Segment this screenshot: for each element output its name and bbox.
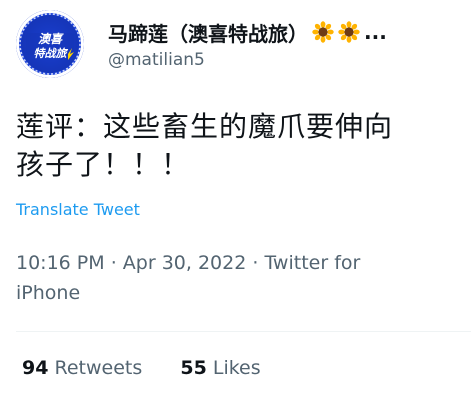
tweet-source-link[interactable]: Twitter for (264, 252, 360, 274)
tweet-time-link[interactable]: 10:16 PM (16, 252, 105, 274)
avatar-logo-icon: 澳喜 特战旅 (19, 13, 81, 75)
translate-tweet-link[interactable]: Translate Tweet (16, 200, 140, 219)
tweet-date-link[interactable]: Apr 30, 2022 (123, 252, 247, 274)
metadata-line-2: iPhone (16, 278, 456, 308)
display-name-line[interactable]: 马蹄莲（澳喜特战旅） ... (108, 18, 471, 46)
tweet-text-line-2: 孩子了！！！ (16, 148, 191, 181)
tweet-source-link-continued[interactable]: iPhone (16, 282, 80, 304)
separator-dot: · (252, 252, 259, 274)
display-name[interactable]: 马蹄莲（澳喜特战旅） (108, 18, 308, 46)
likes-stat[interactable]: 55 Likes (180, 357, 260, 379)
retweets-stat[interactable]: 94 Retweets (22, 357, 148, 379)
tweet-header: 澳喜 特战旅 马蹄莲（澳喜特战旅） ... @matilian5 (16, 10, 471, 80)
name-ellipsis: ... (364, 20, 387, 44)
likes-label: Likes (212, 357, 261, 379)
avatar-text-bottom: 特战旅 (34, 47, 69, 60)
avatar[interactable]: 澳喜 特战旅 (16, 10, 84, 78)
sunflower-icon (338, 21, 360, 43)
tweet-text-line-1: 莲评：这些畜生的魔爪要伸向 (16, 110, 394, 143)
likes-count: 55 (180, 357, 207, 379)
metadata-line-1: 10:16 PM · Apr 30, 2022 · Twitter for (16, 248, 456, 278)
sunflower-icon (312, 21, 334, 43)
separator-dot: · (110, 252, 117, 274)
retweets-label: Retweets (54, 357, 143, 379)
divider (16, 331, 471, 332)
tweet-metadata: 10:16 PM · Apr 30, 2022 · Twitter for iP… (16, 248, 456, 308)
avatar-text-top: 澳喜 (38, 32, 64, 46)
user-handle[interactable]: @matilian5 (108, 50, 205, 70)
tweet-stats: 94 Retweets 55 Likes (22, 357, 261, 379)
tweet-text: 莲评：这些畜生的魔爪要伸向 孩子了！！！ (16, 108, 466, 184)
retweets-count: 94 (22, 357, 49, 379)
